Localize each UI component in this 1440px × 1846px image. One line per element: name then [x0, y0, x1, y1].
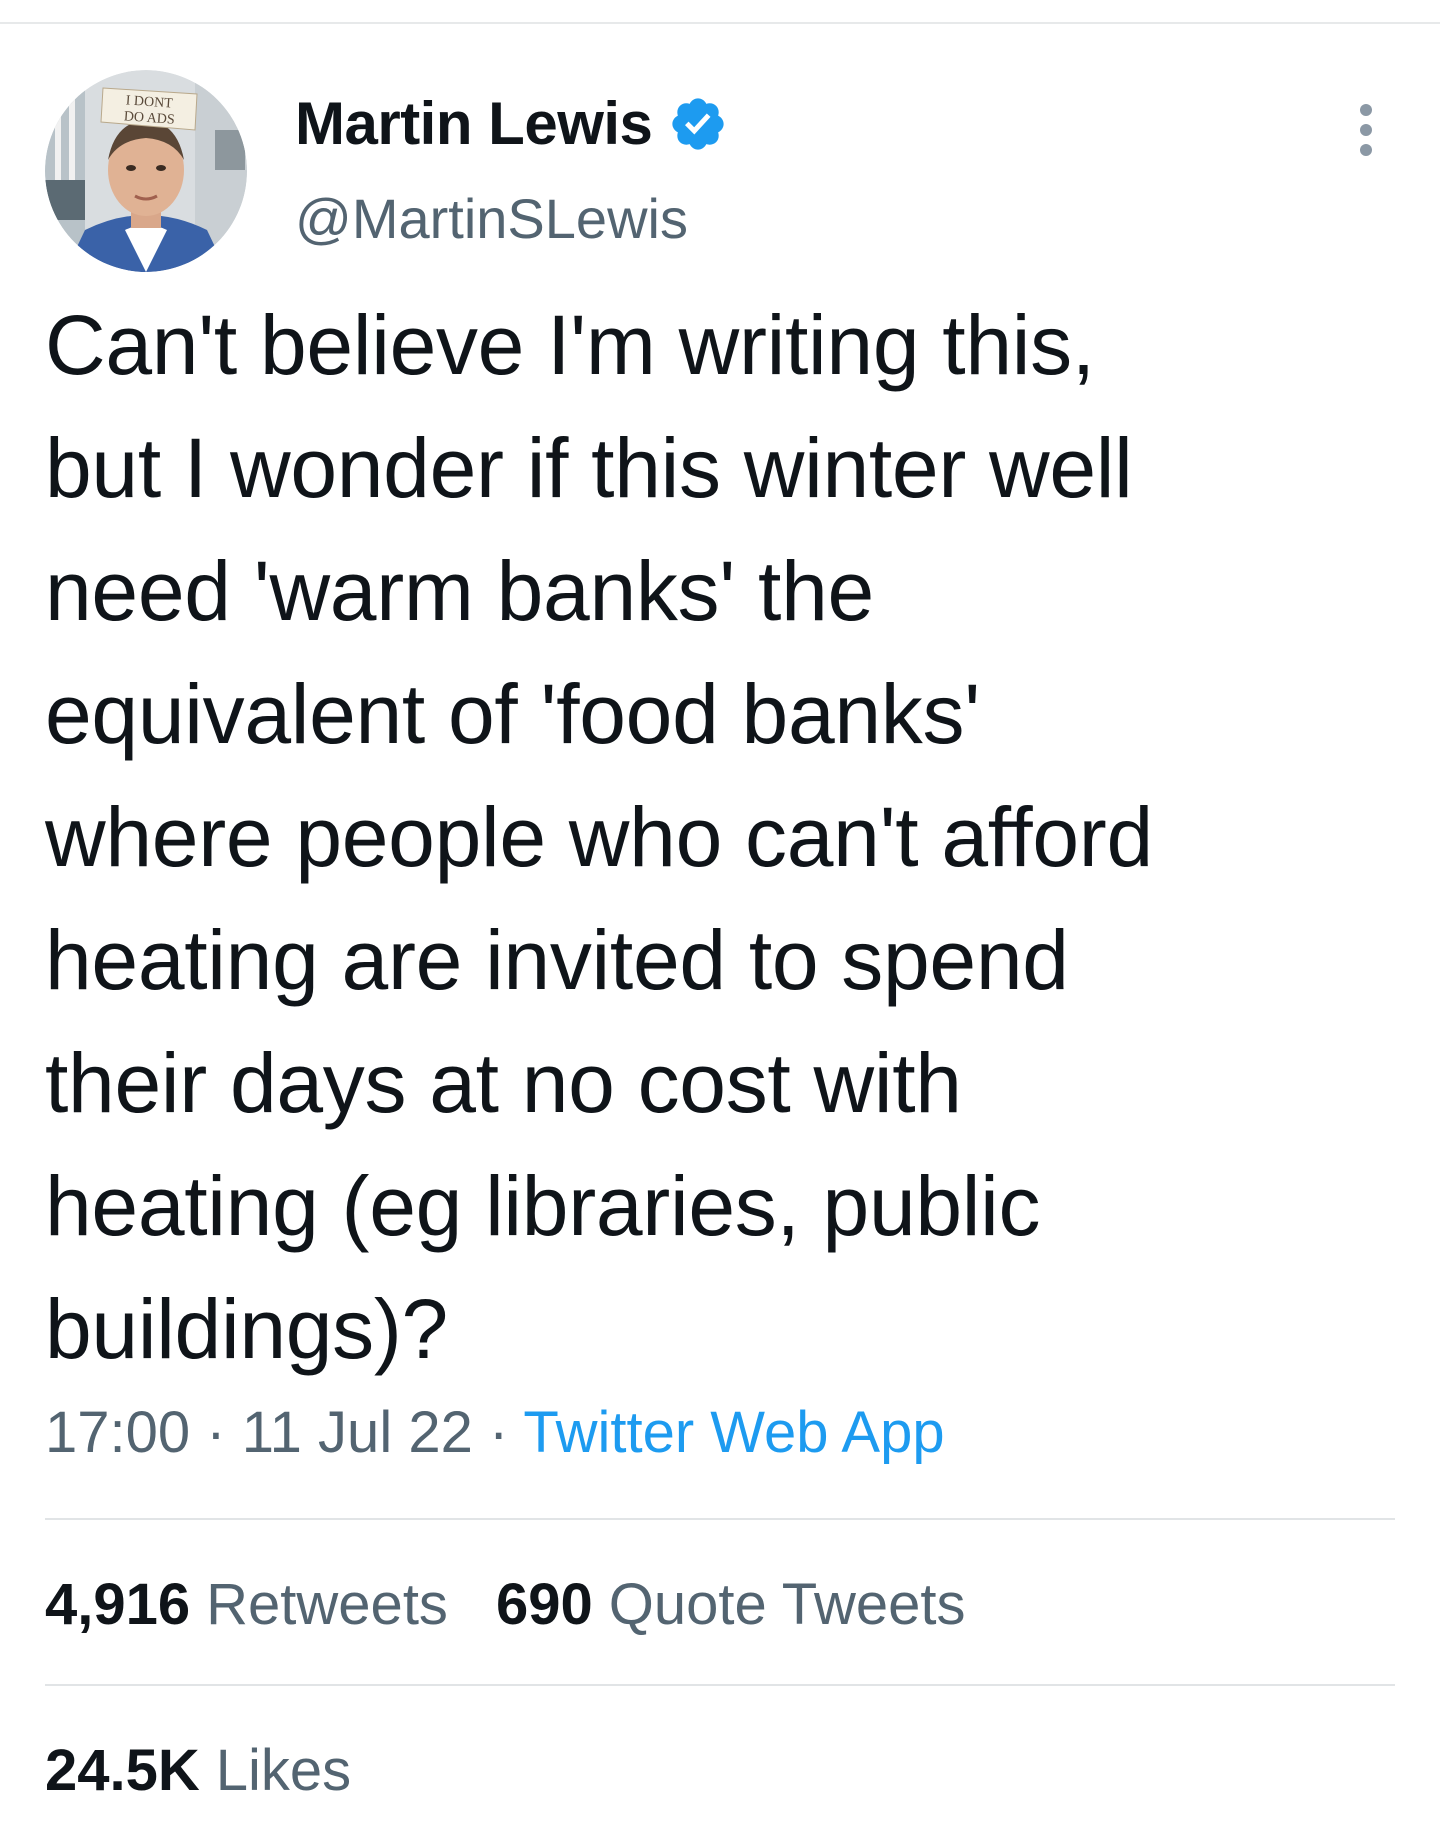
tweet-text-line: buildings)? [45, 1282, 448, 1376]
tweet-text-line: heating (eg libraries, public [45, 1159, 1041, 1253]
retweets-label: Retweets [206, 1572, 448, 1637]
author-avatar[interactable]: I DONT DO ADS [45, 70, 247, 272]
quote-tweets-count: 690 [495, 1572, 593, 1637]
more-options-button[interactable] [1336, 100, 1396, 160]
likes-label: Likes [215, 1738, 352, 1803]
quote-tweets-label: Quote Tweets [608, 1572, 966, 1637]
author-name-row[interactable]: Martin Lewis [295, 88, 728, 160]
tweet-text-line: equivalent of 'food banks' [45, 667, 980, 761]
avatar-photo: I DONT DO ADS [45, 70, 247, 272]
author-handle[interactable]: @MartinSLewis [295, 185, 688, 253]
stats-divider-bottom [45, 1684, 1395, 1686]
meta-separator: · [488, 1400, 509, 1465]
more-dots-vertical-icon [1360, 104, 1372, 156]
tweet-text-line: their days at no cost with [45, 1036, 962, 1130]
author-display-name[interactable]: Martin Lewis [295, 88, 653, 160]
retweets-stat[interactable]: 4,916 Retweets [45, 1570, 448, 1640]
likes-stat[interactable]: 24.5K Likes [45, 1738, 351, 1803]
quote-tweets-stat[interactable]: 690 Quote Tweets [496, 1570, 966, 1640]
tweet-text-line: Can't believe I'm writing this, [45, 298, 1095, 392]
stats-divider-top [45, 1518, 1395, 1520]
tweet-text: Can't believe I'm writing this, but I wo… [45, 284, 1385, 1391]
tweet-text-line: heating are invited to spend [45, 913, 1069, 1007]
likes-count: 24.5K [45, 1738, 200, 1803]
retweets-count: 4,916 [45, 1572, 191, 1637]
likes-stat-row: 24.5K Likes [45, 1736, 351, 1806]
meta-separator: · [206, 1400, 226, 1465]
tweet-text-line: need 'warm banks' the [45, 544, 874, 638]
tweet-text-line: but I wonder if this winter well [45, 421, 1133, 515]
engagement-stats-row: 4,916 Retweets 690 Quote Tweets [45, 1570, 966, 1640]
tweet-source-link[interactable]: Twitter Web App [523, 1400, 944, 1465]
top-divider [0, 22, 1440, 24]
tweet-time[interactable]: 17:00 [45, 1400, 190, 1465]
tweet-date[interactable]: 11 Jul 22 [242, 1400, 473, 1465]
verified-badge-icon [672, 98, 725, 150]
tweet-metadata: 17:00 · 11 Jul 22 · Twitter Web App [45, 1398, 945, 1468]
tweet-text-line: where people who can't afford [45, 790, 1153, 884]
